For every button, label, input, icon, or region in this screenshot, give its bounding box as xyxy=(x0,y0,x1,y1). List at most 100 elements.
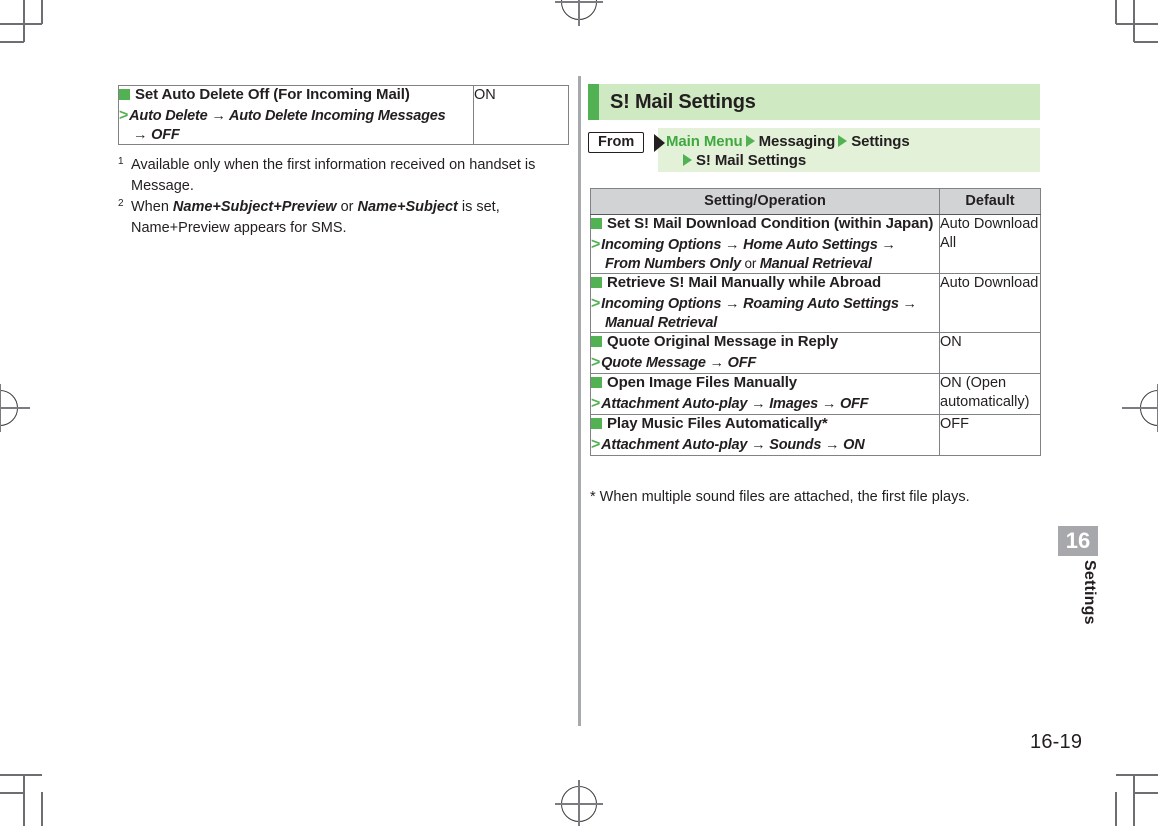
chevron-right-icon: > xyxy=(591,436,601,454)
setting-cell: Quote Original Message in Reply >Quote M… xyxy=(590,332,940,375)
crop-mark-top-right-h1 xyxy=(1116,23,1158,25)
footnote-bold-term: Name+Subject+Preview xyxy=(172,199,337,216)
crop-mark-bottom-right-v2 xyxy=(1115,792,1117,826)
crop-mark-bottom-right-v1 xyxy=(1133,774,1135,826)
registration-mark-right xyxy=(1122,384,1158,432)
setting-title: Set S! Mail Download Condition (within J… xyxy=(591,215,939,233)
column-header-default: Default xyxy=(939,188,1041,215)
setting-cell: Play Music Files Automatically* >Attachm… xyxy=(590,414,940,457)
footnote-marker: 1 xyxy=(118,156,124,167)
table-row: Set Auto Delete Off (For Incoming Mail) … xyxy=(118,84,569,146)
chapter-tab-label: Settings xyxy=(1081,560,1098,625)
crop-mark-bottom-right-h1 xyxy=(1116,774,1158,776)
setting-operation: >Attachment Auto-play → Images → OFF xyxy=(591,395,869,413)
setting-cell: Set Auto Delete Off (For Incoming Mail) … xyxy=(118,84,474,146)
setting-operation: >Attachment Auto-play → Sounds → ON xyxy=(591,436,865,454)
crop-mark-top-left-v2 xyxy=(41,0,43,24)
page-gutter-divider xyxy=(578,76,581,726)
green-square-icon xyxy=(591,377,602,389)
chevron-right-icon: > xyxy=(119,107,129,124)
setting-operation-conjunction: or xyxy=(741,256,760,271)
crop-mark-top-right-v2 xyxy=(1115,0,1117,24)
setting-title: Retrieve S! Mail Manually while Abroad xyxy=(591,274,939,292)
footnote-marker: 2 xyxy=(118,198,124,210)
default-cell: ON (Open automatically) xyxy=(939,373,1041,416)
setting-cell: Open Image Files Manually >Attachment Au… xyxy=(590,373,940,416)
setting-cell: Retrieve S! Mail Manually while Abroad >… xyxy=(590,273,940,334)
setting-title: Quote Original Message in Reply xyxy=(591,333,939,351)
default-cell: Auto Download xyxy=(939,273,1041,334)
footnote-bold-term: Name+Subject xyxy=(357,199,458,216)
column-header-setting: Setting/Operation xyxy=(590,188,940,215)
setting-operation-line2: → OFF xyxy=(133,127,180,143)
table-row: Set S! Mail Download Condition (within J… xyxy=(590,213,1041,275)
breadcrumb-item-settings[interactable]: Settings xyxy=(851,133,909,150)
left-footnotes: 1 Available only when the first informat… xyxy=(118,155,578,239)
table-row: Open Image Files Manually >Attachment Au… xyxy=(590,373,1041,416)
registration-mark-bottom xyxy=(555,780,603,832)
crop-mark-bottom-left-h2 xyxy=(0,792,24,794)
crop-mark-bottom-right-h2 xyxy=(1134,792,1158,794)
crop-mark-top-right-h2 xyxy=(1134,41,1158,43)
footnote-text: When Name+Subject+Preview or Name+Subjec… xyxy=(131,199,500,237)
crop-mark-bottom-left-h1 xyxy=(0,774,42,776)
breadcrumb-item-messaging[interactable]: Messaging xyxy=(759,133,836,150)
chevron-right-icon: > xyxy=(591,236,601,253)
chevron-right-icon xyxy=(745,135,755,147)
table-row: Play Music Files Automatically* >Attachm… xyxy=(590,414,1041,457)
breadcrumb-path: Main Menu Messaging Settings S! Mail Setti… xyxy=(666,132,1036,170)
footnote-line2: Name+Preview appears for SMS. xyxy=(131,220,347,237)
footnote-1: 1 Available only when the first informat… xyxy=(118,155,578,197)
setting-operation: >Auto Delete → Auto Delete Incoming Mess… xyxy=(119,107,446,143)
crop-mark-top-left-h1 xyxy=(0,23,42,25)
setting-title: Play Music Files Automatically* xyxy=(591,415,939,433)
breadcrumb: From Main Menu Messaging Settings S! Mail … xyxy=(588,128,1040,172)
from-button[interactable]: From xyxy=(588,132,645,153)
breadcrumb-item-main-menu[interactable]: Main Menu xyxy=(666,133,743,150)
setting-operation: >Quote Message → OFF xyxy=(591,354,757,372)
setting-operation: >Incoming Options → Home Auto Settings →… xyxy=(591,236,896,272)
setting-cell: Set S! Mail Download Condition (within J… xyxy=(590,213,940,275)
chevron-right-icon: > xyxy=(591,354,601,372)
table-row: Quote Original Message in Reply >Quote M… xyxy=(590,332,1041,375)
setting-title: Open Image Files Manually xyxy=(591,374,939,392)
section-accent-bar xyxy=(588,84,599,120)
setting-operation-option-a: Manual Retrieval xyxy=(605,315,718,332)
chevron-right-icon xyxy=(683,154,692,167)
setting-operation-option-b: Manual Retrieval xyxy=(759,256,872,272)
default-cell: ON xyxy=(939,332,1041,375)
crop-mark-top-left-h2 xyxy=(0,41,24,43)
footnote-2: 2 When Name+Subject+Preview or Name+Subj… xyxy=(118,197,578,239)
smail-settings-table: Setting/Operation Default Set S! Mail Do… xyxy=(590,188,1041,457)
chapter-tab-number: 16 xyxy=(1058,526,1098,556)
setting-title: Set Auto Delete Off (For Incoming Mail) xyxy=(119,86,473,104)
setting-operation: >Incoming Options → Roaming Auto Setting… xyxy=(591,295,917,332)
table-header-row: Setting/Operation Default xyxy=(590,188,1041,215)
table-row: Retrieve S! Mail Manually while Abroad >… xyxy=(590,273,1041,334)
chevron-right-icon: > xyxy=(591,395,601,413)
green-square-icon xyxy=(591,336,602,348)
page-title: S! Mail Settings xyxy=(610,90,756,113)
registration-mark-top xyxy=(555,0,603,30)
default-cell: Auto Download All xyxy=(939,213,1041,275)
crop-mark-top-right-v1 xyxy=(1133,0,1135,42)
crop-mark-bottom-left-v1 xyxy=(23,774,25,826)
crop-mark-bottom-left-v2 xyxy=(41,792,43,826)
green-square-icon xyxy=(591,418,602,430)
from-arrow-icon xyxy=(654,134,665,152)
chevron-right-icon: > xyxy=(591,295,601,313)
default-cell: ON xyxy=(473,84,569,146)
left-settings-table: Set Auto Delete Off (For Incoming Mail) … xyxy=(118,84,569,146)
page-number: 16-19 xyxy=(1030,731,1083,753)
star-footnote: * When multiple sound files are attached… xyxy=(590,489,970,505)
green-square-icon xyxy=(591,218,602,229)
footnote-text: Available only when the first informatio… xyxy=(131,157,536,195)
section-header: S! Mail Settings xyxy=(588,84,1040,120)
green-square-icon xyxy=(119,89,130,100)
default-cell: OFF xyxy=(939,414,1041,457)
breadcrumb-item-smail-settings[interactable]: S! Mail Settings xyxy=(696,152,806,169)
green-square-icon xyxy=(591,277,602,289)
registration-mark-left xyxy=(0,384,30,432)
setting-operation-option-a: From Numbers Only xyxy=(605,256,741,272)
crop-mark-top-left-v1 xyxy=(23,0,25,42)
